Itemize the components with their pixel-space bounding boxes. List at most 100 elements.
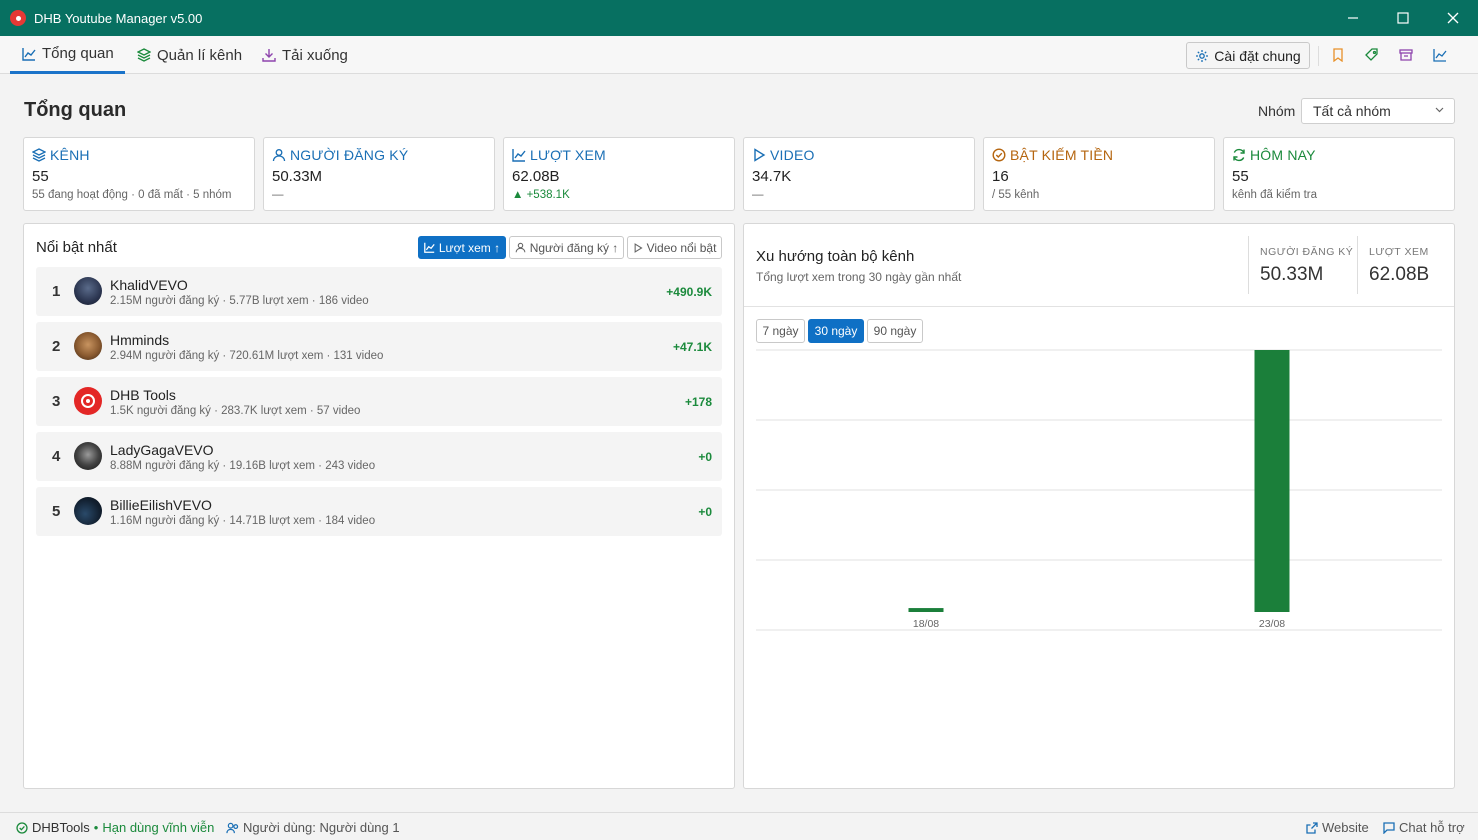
- featured-panel: Nổi bật nhất Lượt xem ↑ Người đăng ký ↑ …: [23, 223, 735, 789]
- stat-card-monetized: BẬT KIẾM TIỀN 16 / 55 kênh: [983, 137, 1215, 211]
- chart-tick-label: 18/08: [913, 618, 939, 630]
- channel-delta: +490.9K: [666, 285, 712, 299]
- channel-rank: 2: [52, 338, 61, 355]
- sort-subscribers-button[interactable]: Người đăng ký ↑: [509, 236, 624, 259]
- range-7-days-button[interactable]: 7 ngày: [756, 319, 805, 343]
- bookmark-icon: [1333, 48, 1343, 62]
- chart-icon: [424, 242, 435, 253]
- tab-overview[interactable]: Tổng quan: [10, 36, 125, 74]
- tab-label: Tải xuống: [282, 46, 348, 64]
- stats-button[interactable]: [1432, 47, 1448, 63]
- user-icon: [515, 242, 526, 253]
- user-text: Người dùng: Người dùng 1: [243, 820, 400, 835]
- channel-rank: 3: [52, 393, 61, 410]
- settings-label: Cài đặt chung: [1214, 47, 1301, 64]
- channel-name: BillieEilishVEVO: [110, 497, 212, 513]
- stat-card-subscribers: NGƯỜI ĐĂNG KÝ 50.33M —: [263, 137, 495, 211]
- layers-icon: [137, 48, 151, 62]
- chart-tick-label: 23/08: [1259, 618, 1285, 630]
- stat-sub: kênh đã kiểm tra: [1232, 189, 1318, 201]
- stat-value: 55: [1232, 168, 1249, 185]
- featured-title: Nổi bật nhất: [36, 239, 117, 256]
- stat-card-header: NGƯỜI ĐĂNG KÝ: [272, 147, 486, 163]
- channel-delta: +0: [698, 505, 712, 519]
- avatar: [74, 442, 102, 470]
- channel-row[interactable]: 5 BillieEilishVEVO 1.16M người đăng ký ·…: [36, 487, 722, 536]
- channel-name: LadyGagaVEVO: [110, 442, 214, 458]
- maximize-icon: [1397, 12, 1409, 24]
- license-status: DHBTools • Hạn dùng vĩnh viễn: [16, 820, 214, 835]
- avatar: [74, 277, 102, 305]
- group-select[interactable]: Tất cả nhóm: [1301, 98, 1455, 124]
- tab-label: Quản lí kênh: [157, 46, 243, 64]
- stat-divider: [1357, 236, 1358, 294]
- play-icon: [754, 148, 766, 162]
- stat-label: LƯỢT XEM: [530, 147, 606, 163]
- views-trend-chart: 18/08 23/08: [756, 349, 1442, 631]
- chevron-down-icon: [1435, 107, 1444, 113]
- tab-label: Tổng quan: [42, 45, 114, 62]
- channel-delta: +178: [684, 395, 712, 409]
- range-label: 7 ngày: [762, 324, 799, 338]
- tab-channels[interactable]: Quản lí kênh: [137, 36, 242, 74]
- stat-card-header: VIDEO: [752, 147, 966, 163]
- status-bar: DHBTools • Hạn dùng vĩnh viễn Người dùng…: [0, 812, 1478, 840]
- stat-card-channels: KÊNH 55 55 đang hoạt động · 0 đã mất · 5…: [23, 137, 255, 211]
- channel-meta: 1.16M người đăng ký · 14.71B lượt xem · …: [110, 515, 376, 527]
- check-circle-icon: [16, 821, 28, 834]
- avatar: [74, 332, 102, 360]
- stat-sub: / 55 kênh: [992, 189, 1040, 201]
- channel-name: DHB Tools: [110, 387, 176, 403]
- stat-card-header: HÔM NAY: [1232, 147, 1446, 163]
- layers-icon: [32, 148, 46, 162]
- chart-bar: [908, 608, 944, 612]
- stat-card-header: LƯỢT XEM: [512, 147, 726, 163]
- tag-button[interactable]: [1364, 47, 1380, 63]
- trend-title: Xu hướng toàn bộ kênh: [756, 248, 915, 265]
- range-30-days-button[interactable]: 30 ngày: [808, 319, 864, 343]
- license-text: Hạn dùng vĩnh viễn: [102, 820, 215, 835]
- avatar: [74, 497, 102, 525]
- channel-rank: 5: [52, 503, 61, 520]
- stat-value: 62.08B: [512, 168, 560, 185]
- support-chat-link[interactable]: Chat hỗ trợ: [1383, 820, 1465, 835]
- stat-value: 34.7K: [752, 168, 792, 185]
- stat-card-today: HÔM NAY 55 kênh đã kiểm tra: [1223, 137, 1455, 211]
- trend-subtitle: Tổng lượt xem trong 30 ngày gần nhất: [756, 270, 962, 284]
- chart-icon: [512, 149, 526, 162]
- range-90-days-button[interactable]: 90 ngày: [867, 319, 923, 343]
- channel-row[interactable]: 4 LadyGagaVEVO 8.88M người đăng ký · 19.…: [36, 432, 722, 481]
- stat-card-header: BẬT KIẾM TIỀN: [992, 147, 1206, 163]
- bookmark-button[interactable]: [1330, 47, 1346, 63]
- tab-bar: Tổng quan Quản lí kênh Tải xuống Cài đặt…: [0, 36, 1478, 74]
- channel-meta: 8.88M người đăng ký · 19.16B lượt xem · …: [110, 460, 376, 472]
- external-link-icon: [1306, 821, 1318, 834]
- chart-icon: [1433, 49, 1447, 62]
- channel-row[interactable]: 3 DHB Tools 1.5K người đăng ký · 283.7K …: [36, 377, 722, 426]
- settings-button[interactable]: Cài đặt chung: [1186, 42, 1310, 69]
- tab-downloads[interactable]: Tải xuống: [262, 36, 348, 74]
- sort-views-button[interactable]: Lượt xem ↑: [418, 236, 506, 259]
- channel-row[interactable]: 1 KhalidVEVO 2.15M người đăng ký · 5.77B…: [36, 267, 722, 316]
- window-title: DHB Youtube Manager v5.00: [34, 10, 203, 26]
- play-icon: [634, 242, 643, 253]
- maximize-button[interactable]: [1378, 0, 1428, 36]
- close-button[interactable]: [1428, 0, 1478, 36]
- sort-featured-video-button[interactable]: Video nổi bật: [627, 236, 722, 259]
- stat-value: 50.33M: [272, 168, 323, 185]
- minimize-button[interactable]: [1328, 0, 1378, 36]
- channel-rank: 4: [52, 448, 61, 465]
- website-link[interactable]: Website: [1306, 820, 1369, 835]
- stat-label: NGƯỜI ĐĂNG KÝ: [290, 147, 409, 163]
- chart-bar: [1254, 350, 1290, 612]
- download-icon: [262, 49, 276, 62]
- views-label: LƯỢT XEM: [1369, 246, 1429, 258]
- group-select-value: Tất cả nhóm: [1313, 103, 1391, 119]
- gear-icon: [1196, 49, 1209, 62]
- group-label: Nhóm: [1258, 103, 1296, 119]
- users-icon: [226, 822, 239, 833]
- archive-button[interactable]: [1398, 47, 1414, 63]
- stat-label: BẬT KIẾM TIỀN: [1010, 147, 1114, 163]
- channel-meta: 2.94M người đăng ký · 720.61M lượt xem ·…: [110, 350, 384, 362]
- channel-row[interactable]: 2 Hmminds 2.94M người đăng ký · 720.61M …: [36, 322, 722, 371]
